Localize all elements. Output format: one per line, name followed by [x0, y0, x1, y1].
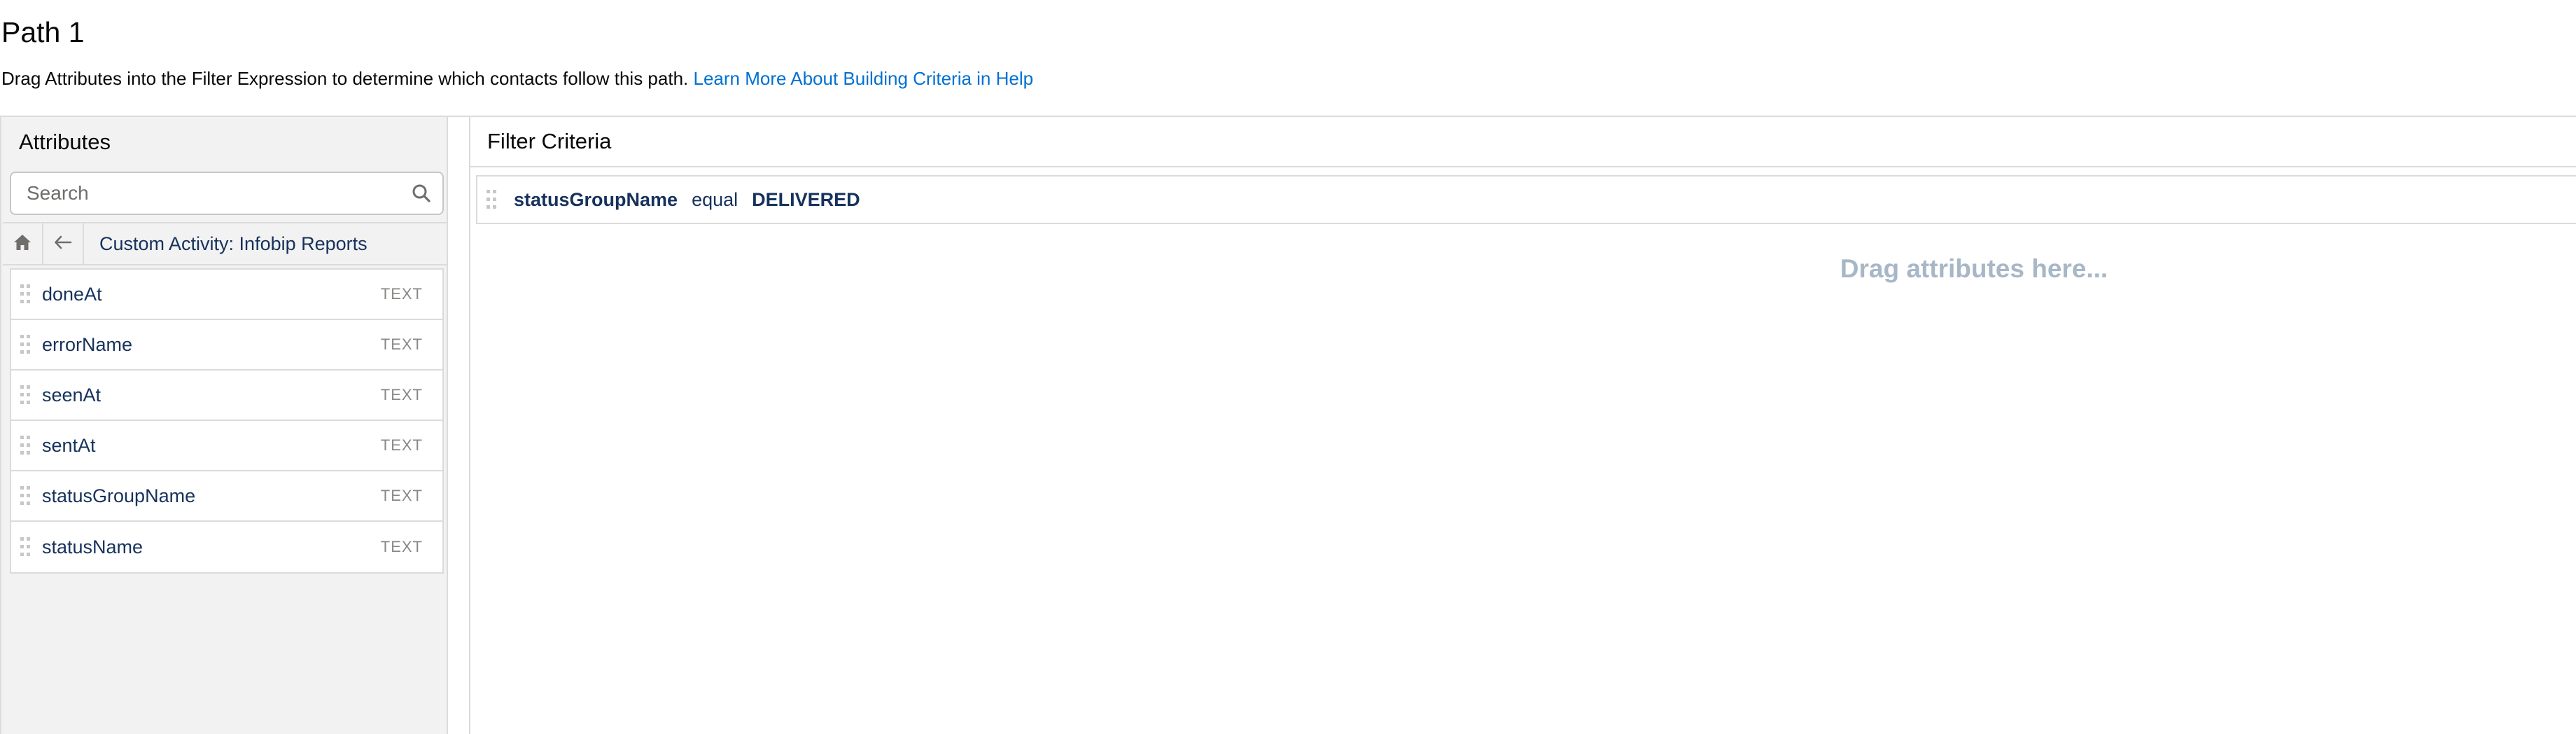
attribute-name: statusName	[42, 536, 144, 558]
page-title: Path 1	[1, 16, 85, 48]
drag-handle-icon[interactable]	[11, 320, 39, 369]
search-box	[10, 172, 444, 215]
attribute-item-statusgroupname[interactable]: statusGroupName TEXT	[11, 471, 442, 522]
attribute-name: doneAt	[42, 283, 102, 305]
attribute-name: sentAt	[42, 434, 96, 456]
drag-handle-icon[interactable]	[11, 471, 39, 520]
home-icon	[13, 233, 32, 256]
home-button[interactable]	[3, 223, 43, 264]
path-criteria-page: Path 1 Drag Attributes into the Filter E…	[0, 0, 2576, 734]
attribute-name: seenAt	[42, 384, 102, 406]
attribute-type: TEXT	[380, 538, 423, 555]
drag-handle-icon[interactable]	[477, 176, 505, 223]
criteria-value[interactable]: DELIVERED	[738, 189, 860, 211]
description-text: Drag Attributes into the Filter Expressi…	[1, 68, 689, 89]
drag-handle-icon[interactable]	[11, 421, 39, 470]
search-input[interactable]	[11, 172, 400, 214]
back-arrow-icon	[53, 233, 73, 256]
attribute-item-statusname[interactable]: statusName TEXT	[11, 522, 442, 572]
attribute-name: errorName	[42, 333, 133, 355]
attribute-type: TEXT	[380, 335, 423, 353]
attributes-header: Attributes	[19, 130, 111, 154]
criteria-field[interactable]: statusGroupName	[505, 189, 678, 211]
back-button[interactable]	[43, 223, 84, 264]
attribute-name: statusGroupName	[42, 485, 196, 506]
attribute-item-errorname[interactable]: errorName TEXT	[11, 320, 442, 371]
attribute-type: TEXT	[380, 386, 423, 403]
attribute-list: doneAt TEXT errorName TEXT seenAt TEXT s…	[10, 268, 444, 574]
attribute-type: TEXT	[380, 487, 423, 504]
criteria-operator[interactable]: equal	[678, 189, 738, 211]
drag-handle-icon[interactable]	[11, 270, 39, 319]
breadcrumb-label: Custom Activity: Infobip Reports	[99, 233, 368, 254]
attribute-item-seenat[interactable]: seenAt TEXT	[11, 371, 442, 421]
breadcrumb: Custom Activity: Infobip Reports	[3, 222, 447, 265]
attribute-type: TEXT	[380, 436, 423, 454]
page-description: Drag Attributes into the Filter Expressi…	[1, 65, 1033, 92]
attributes-panel: Attributes Search Custom Activity: Infob…	[0, 117, 448, 734]
drag-handle-icon[interactable]	[11, 371, 39, 420]
help-link[interactable]: Learn More About Building Criteria in He…	[693, 68, 1033, 89]
attribute-item-sentat[interactable]: sentAt TEXT	[11, 421, 442, 471]
filter-criteria-panel: Filter Criteria statusGroupName equal DE…	[469, 117, 2576, 734]
drop-zone-hint: Drag attributes here...	[1840, 254, 2108, 283]
filter-criteria-header: Filter Criteria	[470, 117, 2576, 167]
drag-handle-icon[interactable]	[11, 522, 39, 572]
criteria-row[interactable]: statusGroupName equal DELIVERED	[476, 175, 2576, 224]
attribute-type: TEXT	[380, 285, 423, 303]
search-icon[interactable]	[400, 172, 442, 214]
attribute-item-doneat[interactable]: doneAt TEXT	[11, 270, 442, 320]
